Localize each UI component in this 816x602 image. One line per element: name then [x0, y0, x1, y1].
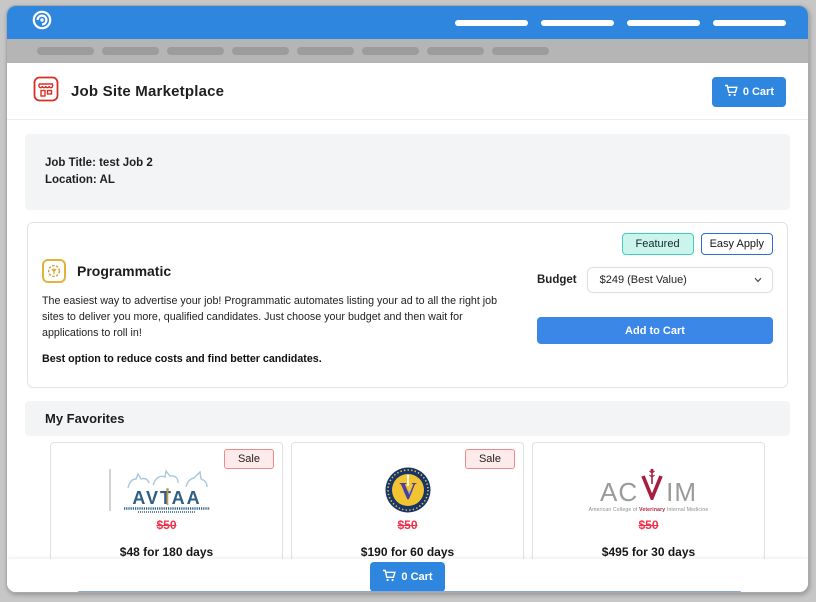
spiral-logo-icon[interactable]	[31, 9, 53, 36]
avtaa-logo: AVTAA	[51, 465, 282, 515]
header-cart-label: 0 Cart	[743, 86, 774, 98]
header-cart-button[interactable]: 0 Cart	[712, 77, 786, 107]
original-price: $50	[292, 518, 523, 532]
subnav-item-placeholder[interactable]	[167, 47, 224, 55]
subnav-item-placeholder[interactable]	[102, 47, 159, 55]
budget-select[interactable]: $249 (Best Value)	[587, 267, 773, 293]
cart-icon	[724, 84, 738, 100]
subnav-item-placeholder[interactable]	[232, 47, 289, 55]
sale-badge: Sale	[465, 449, 515, 469]
sticky-footer-bar: 0 Cart	[7, 559, 808, 593]
v-emblem-logo: V	[292, 465, 523, 515]
add-to-cart-button[interactable]: Add to Cart	[537, 317, 773, 344]
programmatic-product-card: Featured Easy Apply Programmatic Th	[27, 222, 788, 388]
badge-row: Featured Easy Apply	[42, 233, 773, 255]
top-nav-links	[455, 20, 786, 26]
main-content: Job Site Marketplace 0 Cart Job Title: t…	[7, 63, 808, 593]
nav-link-placeholder[interactable]	[627, 20, 700, 26]
sale-badge: Sale	[224, 449, 274, 469]
product-title: Programmatic	[77, 263, 171, 279]
subnav-item-placeholder[interactable]	[492, 47, 549, 55]
original-price: $50	[533, 518, 764, 532]
gear-icon	[42, 259, 66, 283]
budget-selected-value: $249 (Best Value)	[600, 274, 687, 286]
price-line: $190 for 60 days	[292, 545, 523, 559]
original-price: $50	[51, 518, 282, 532]
chevron-down-icon	[754, 274, 762, 286]
subnav-item-placeholder[interactable]	[37, 47, 94, 55]
favorites-section-header: My Favorites	[25, 401, 790, 436]
job-info-box: Job Title: test Job 2 Location: AL	[25, 134, 790, 210]
price-line: $48 for 180 days	[51, 545, 282, 559]
acvim-logo: AC IM American Colleg	[533, 465, 764, 515]
job-title-line: Job Title: test Job 2	[45, 155, 770, 172]
page-header: Job Site Marketplace 0 Cart	[7, 63, 808, 120]
subnav-item-placeholder[interactable]	[297, 47, 354, 55]
acvim-text-left: AC	[600, 479, 638, 505]
budget-label: Budget	[537, 274, 577, 286]
page-title: Job Site Marketplace	[71, 83, 224, 100]
secondary-navigation-bar	[7, 39, 808, 63]
app-window: Job Site Marketplace 0 Cart Job Title: t…	[6, 5, 809, 593]
featured-badge: Featured	[622, 233, 694, 255]
footer-cart-button[interactable]: 0 Cart	[370, 562, 444, 592]
job-location-line: Location: AL	[45, 172, 770, 189]
subnav-item-placeholder[interactable]	[362, 47, 419, 55]
product-description: The easiest way to advertise your job! P…	[42, 293, 519, 341]
storefront-icon	[33, 76, 59, 107]
acvim-v-symbol	[640, 468, 664, 505]
top-navigation-bar	[7, 6, 808, 39]
horizontal-scrollbar[interactable]	[78, 591, 741, 593]
product-highlight: Best option to reduce costs and find bet…	[42, 353, 519, 365]
acvim-tagline: American College of Veterinary Internal …	[589, 507, 709, 513]
price-line: $495 for 30 days	[533, 545, 764, 559]
easy-apply-badge: Easy Apply	[701, 233, 773, 255]
acvim-text-right: IM	[666, 479, 697, 505]
footer-cart-label: 0 Cart	[401, 571, 432, 583]
nav-link-placeholder[interactable]	[541, 20, 614, 26]
subnav-item-placeholder[interactable]	[427, 47, 484, 55]
nav-link-placeholder[interactable]	[713, 20, 786, 26]
cart-icon	[382, 569, 396, 585]
nav-link-placeholder[interactable]	[455, 20, 528, 26]
